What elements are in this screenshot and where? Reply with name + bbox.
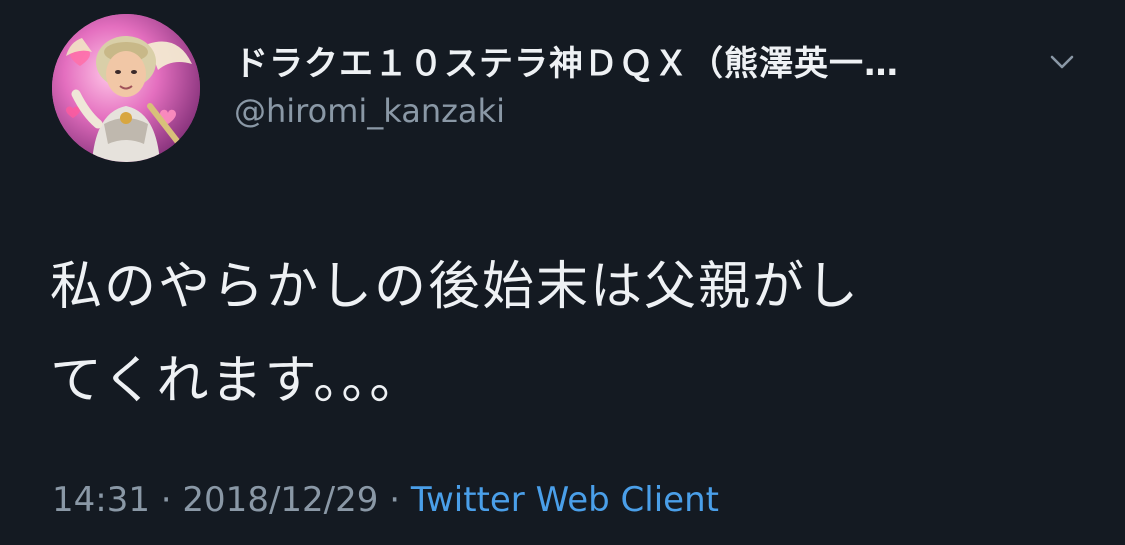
tweet-text-line: 私のやらかしの後始末は父親がし (50, 257, 861, 317)
tweet-time[interactable]: 14:31 (52, 480, 150, 520)
client-link[interactable]: Twitter Web Client (411, 480, 719, 520)
tweet-meta: 14:31 · 2018/12/29 · Twitter Web Client (52, 480, 719, 520)
tweet-text-line: てくれます。。。 (50, 351, 424, 411)
profile-avatar-image (52, 14, 200, 162)
display-name[interactable]: ドラクエ１０ステラ神ＤＱＸ（熊澤英一… (234, 36, 899, 85)
meta-separator: · (149, 480, 183, 520)
user-handle[interactable]: @hiromi_kanzaki (234, 92, 505, 130)
tweet-date[interactable]: 2018/12/29 (182, 480, 378, 520)
chevron-down-icon[interactable] (1046, 50, 1078, 74)
profile-avatar[interactable] (52, 14, 200, 162)
tweet-text: 私のやらかしの後始末は父親がし てくれます。。。 (50, 240, 1070, 428)
meta-separator: · (378, 480, 411, 520)
tweet-card: ドラクエ１０ステラ神ＤＱＸ（熊澤英一… @hiromi_kanzaki 私のやら… (0, 0, 1125, 545)
